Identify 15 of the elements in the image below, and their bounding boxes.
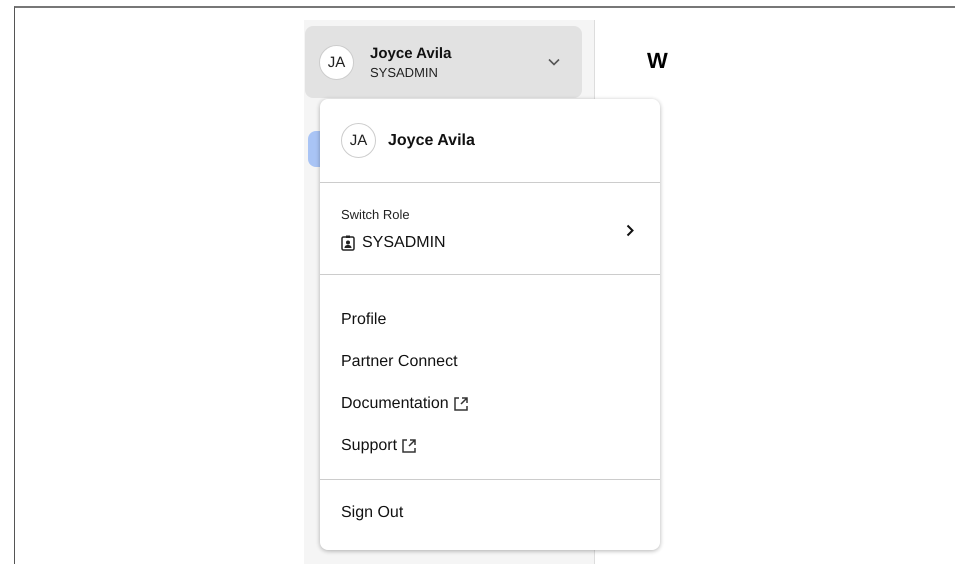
menu-item[interactable]: Partner Connect <box>320 341 660 383</box>
badge-icon <box>341 235 355 251</box>
menu-item[interactable]: Profile <box>320 299 660 341</box>
menu-item[interactable]: Support <box>320 425 660 467</box>
external-link-icon <box>401 438 418 454</box>
chevron-right-icon <box>626 224 634 237</box>
external-link-icon <box>452 396 469 412</box>
menu-item[interactable]: Documentation <box>320 383 660 425</box>
avatar: JA <box>319 44 354 80</box>
page-heading: W <box>647 48 668 74</box>
chevron-down-icon <box>548 58 560 66</box>
user-name: Joyce Avila <box>388 132 475 150</box>
avatar: JA <box>341 123 376 158</box>
user-menu-button[interactable]: JA Joyce Avila SYSADMIN <box>305 26 582 98</box>
switch-role-item[interactable]: Switch Role SYSADMIN <box>320 183 660 275</box>
